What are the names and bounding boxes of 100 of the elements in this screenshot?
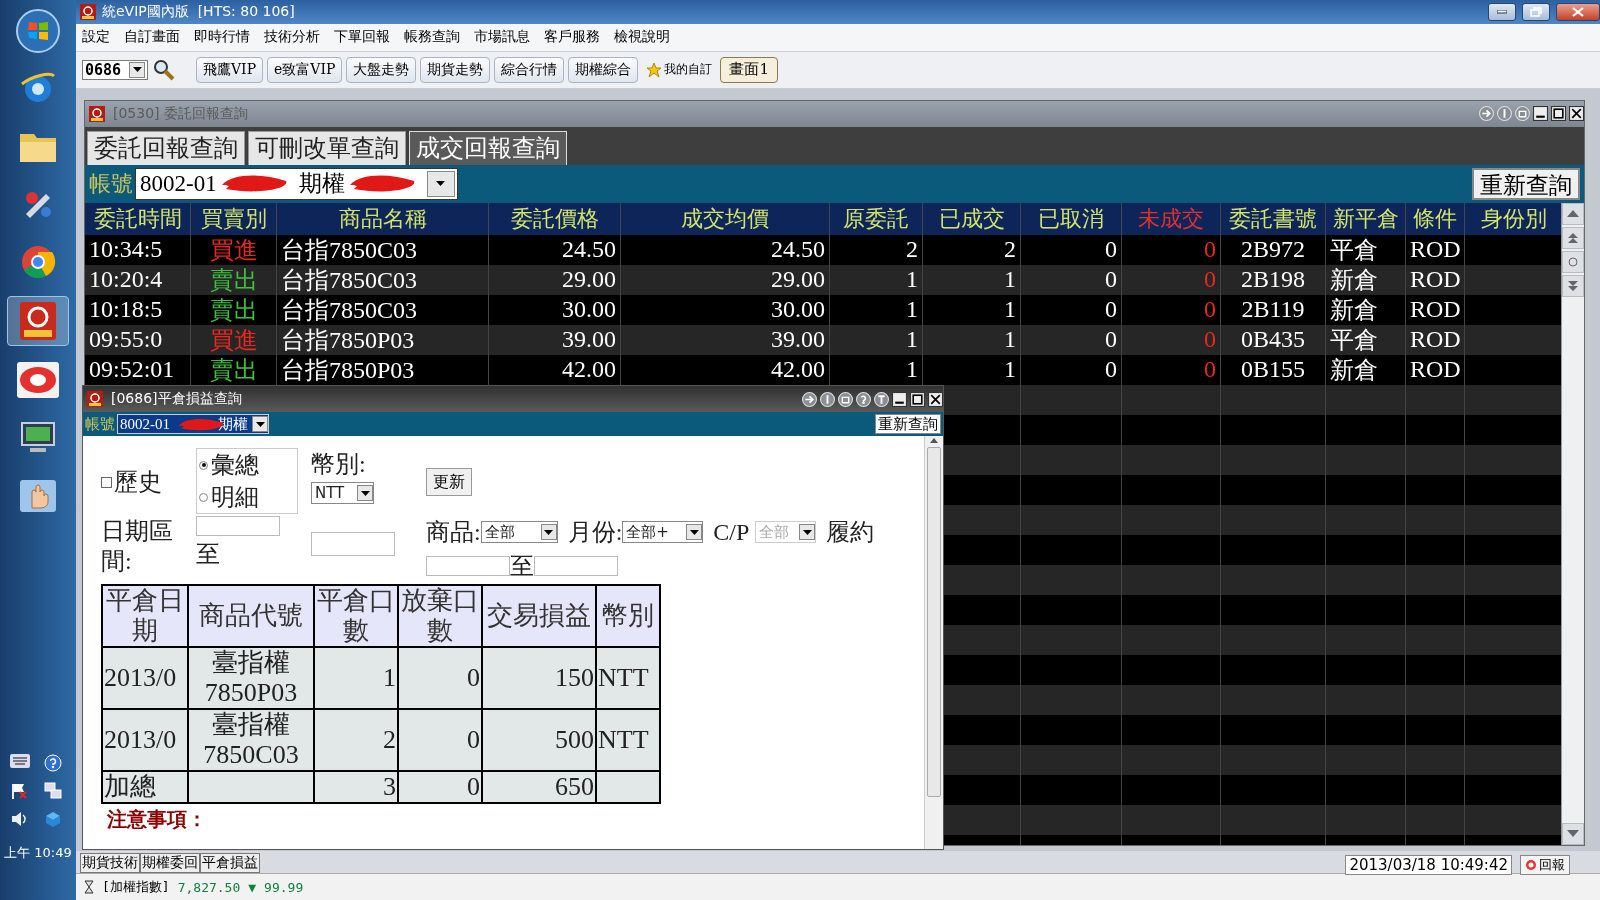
column-header: 原委託 — [830, 202, 923, 235]
toolbar-button[interactable]: 飛鷹VIP — [196, 56, 264, 83]
window-tab[interactable]: 期貨技術 — [80, 853, 140, 874]
table-cell: 台指7850C03 — [277, 264, 489, 295]
app-icon[interactable] — [17, 362, 59, 398]
column-header: 已成交 — [923, 202, 1021, 235]
table-cell: 平倉 — [1326, 324, 1406, 355]
table-cell: 2B119 — [1221, 294, 1326, 325]
table-row[interactable]: 09:55:0 買進 台指7850P03 39.00 39.00 1 1 0 0 0B435 平倉 ROD — [85, 324, 1561, 355]
tab[interactable]: 成交回報查詢 — [409, 130, 567, 165]
scroll-down-button[interactable] — [1562, 822, 1584, 845]
end-date-field[interactable] — [311, 532, 395, 556]
table-cell: 2013/0 — [104, 663, 177, 692]
tab[interactable]: 可刪改單查詢 — [248, 130, 406, 165]
flag-icon[interactable] — [10, 782, 28, 800]
toolbar-button[interactable]: 綜合行情 — [494, 56, 565, 83]
account-select[interactable]: 8002-01 期權 — [135, 167, 458, 200]
column-header: 條件 — [1406, 202, 1465, 235]
round-tool-icon[interactable] — [874, 391, 889, 407]
menu-item[interactable]: 即時行情 — [194, 28, 250, 47]
screen-tab[interactable]: 畫面1 — [720, 56, 778, 83]
maximize-button[interactable] — [1522, 2, 1550, 21]
menu-item[interactable]: 自訂畫面 — [124, 28, 180, 47]
table-row[interactable]: 10:18:5 賣出 台指7850C03 30.00 30.00 1 1 0 0 2B119 新倉 ROD — [85, 294, 1561, 325]
column-header: 買賣別 — [191, 202, 277, 235]
menu-item[interactable]: 技術分析 — [264, 28, 320, 47]
menu-item[interactable]: 帳務查詢 — [404, 28, 460, 47]
close-icon[interactable] — [928, 391, 943, 407]
minimize-icon[interactable] — [892, 391, 907, 407]
maximize-icon[interactable] — [1551, 106, 1566, 122]
index-change: 99.99 — [264, 879, 304, 895]
app-icon[interactable] — [20, 302, 56, 340]
start-orb-icon[interactable] — [15, 8, 61, 54]
table-cell: 台指7850C03 — [277, 294, 489, 325]
table-cell: 賣出 — [191, 294, 277, 325]
minimize-icon[interactable] — [1533, 106, 1548, 122]
keyboard-icon[interactable] — [10, 754, 30, 768]
speaker-icon[interactable] — [10, 810, 28, 828]
table-cell: 0 — [1122, 324, 1221, 355]
scroll-up-button[interactable] — [1562, 202, 1584, 225]
table-cell: 2013/0 — [104, 725, 177, 754]
table-cell: 台指7850C03 — [277, 234, 489, 265]
window-tab[interactable]: 平倉損益 — [200, 853, 260, 874]
minimize-button[interactable] — [1488, 2, 1516, 21]
toolbar-button[interactable]: 期權綜合 — [568, 56, 639, 83]
menu-item[interactable]: 市場訊息 — [474, 28, 530, 47]
menu-item[interactable]: 檢視說明 — [614, 28, 670, 47]
box-icon[interactable] — [44, 810, 62, 828]
page-up-button[interactable] — [1562, 226, 1584, 249]
menu-item[interactable]: 設定 — [82, 28, 110, 47]
round-tool-icon[interactable] — [820, 391, 835, 407]
strike-from-field[interactable] — [426, 556, 510, 576]
currency-select[interactable]: NTT — [311, 482, 374, 504]
network-icon[interactable] — [44, 782, 62, 800]
table-row[interactable]: 09:52:01 賣出 台指7850P03 42.00 42.00 1 1 0 0 0B155 新倉 ROD — [85, 354, 1561, 385]
toolbar-button[interactable]: e致富VIP — [267, 56, 343, 83]
menu-item[interactable]: 下單回報 — [334, 28, 390, 47]
scrollbar[interactable] — [924, 436, 943, 849]
table-row[interactable]: 10:20:4 賣出 台指7850C03 29.00 29.00 1 1 0 0 2B198 新倉 ROD — [85, 264, 1561, 295]
search-icon[interactable] — [152, 57, 176, 82]
help-icon[interactable] — [44, 754, 62, 772]
round-tool-icon[interactable] — [838, 391, 853, 407]
table-cell: 買進 — [191, 234, 277, 265]
tab[interactable]: 委託回報查詢 — [87, 130, 245, 165]
stock-code-combo[interactable]: 0686 — [82, 59, 148, 80]
product-select[interactable]: 全部 — [480, 521, 558, 543]
table-cell: 1 — [923, 264, 1021, 295]
page-down-button[interactable] — [1562, 274, 1584, 297]
close-button[interactable] — [1556, 2, 1600, 21]
strike-to-field[interactable] — [534, 556, 618, 576]
currency-label: 幣別: — [311, 450, 366, 479]
menu-item[interactable]: 客戶服務 — [544, 28, 600, 47]
round-tool-icon[interactable] — [856, 391, 871, 407]
favorites-button[interactable]: 我的自訂 — [642, 61, 717, 79]
table-cell: 0 — [1021, 264, 1122, 295]
column-header: 平倉日期 — [102, 585, 188, 647]
toolbar-button[interactable]: 期貨走勢 — [420, 56, 491, 83]
account-label: 帳號 — [89, 169, 133, 198]
scroll-center-button[interactable] — [1562, 250, 1584, 273]
table-cell: 10:20:4 — [85, 264, 191, 295]
app-icon — [87, 391, 103, 407]
maximize-icon[interactable] — [910, 391, 925, 407]
requery-button[interactable]: 重新查詢 — [1472, 167, 1580, 200]
product-label: 商品: — [426, 518, 481, 547]
window-tab[interactable]: 期權委回 — [140, 853, 200, 874]
month-select[interactable]: 全部+ — [622, 521, 704, 543]
requery-button[interactable]: 重新查詢 — [875, 414, 941, 434]
report-button[interactable]: 回報 — [1520, 855, 1570, 876]
round-tool-icon[interactable] — [802, 391, 817, 407]
history-checkbox[interactable] — [101, 476, 112, 488]
hand-icon[interactable] — [18, 478, 58, 514]
window-title: [0530] 委託回報查詢 — [113, 104, 249, 123]
start-date-field[interactable] — [196, 516, 280, 536]
column-header: 委託時間 — [85, 202, 191, 235]
table-cell: 650 — [555, 772, 594, 801]
update-button[interactable]: 更新 — [426, 468, 472, 496]
toolbar-button[interactable]: 大盤走勢 — [346, 56, 417, 83]
table-cell: 29.00 — [489, 264, 621, 295]
table-row[interactable]: 10:34:5 買進 台指7850C03 24.50 24.50 2 2 0 0 2B972 平倉 ROD — [85, 234, 1561, 265]
close-icon[interactable] — [1569, 106, 1584, 122]
